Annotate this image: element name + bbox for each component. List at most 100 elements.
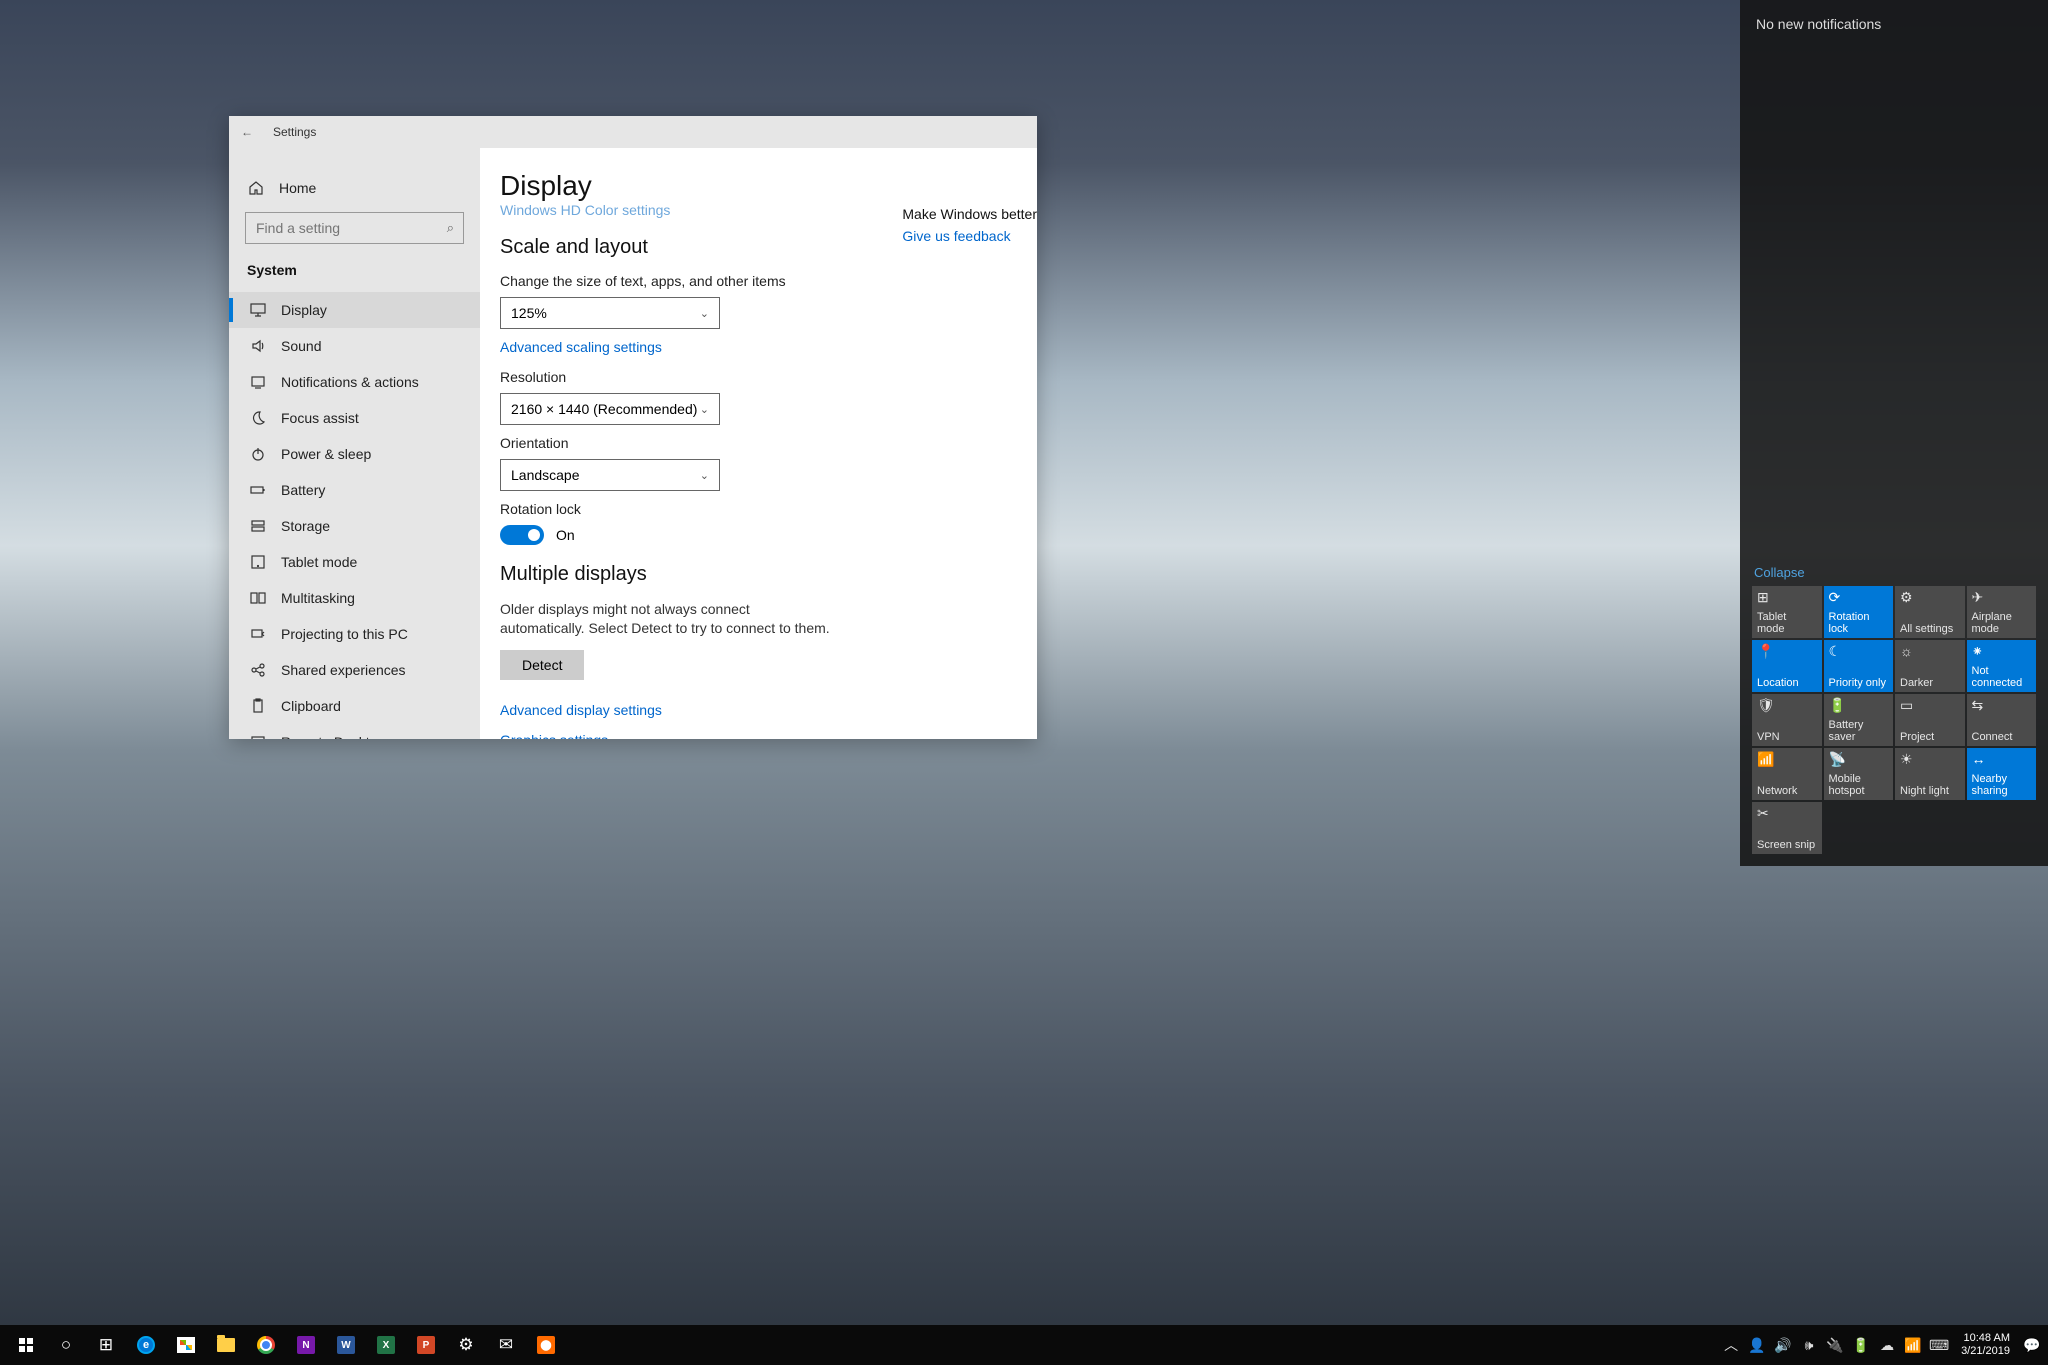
ac-tile-tablet-mode[interactable]: ⊞Tablet mode: [1752, 586, 1822, 638]
tile-label: Mobile hotspot: [1829, 773, 1889, 797]
ac-tile-screen-snip[interactable]: ✂Screen snip: [1752, 802, 1822, 854]
sidebar-item-clipboard[interactable]: Clipboard: [229, 688, 480, 724]
search-input[interactable]: [245, 212, 464, 244]
ac-tile-battery-saver[interactable]: 🔋Battery saver: [1824, 694, 1894, 746]
ac-tile-night-light[interactable]: ☀Night light: [1895, 748, 1965, 800]
ac-tile-connect[interactable]: ⇆Connect: [1967, 694, 2037, 746]
sidebar-item-focus-assist[interactable]: Focus assist: [229, 400, 480, 436]
sidebar-item-projecting-to-this-pc[interactable]: Projecting to this PC: [229, 616, 480, 652]
sidebar-item-shared-experiences[interactable]: Shared experiences: [229, 652, 480, 688]
tray-volume-icon[interactable]: 🔊: [1771, 1325, 1795, 1365]
sidebar-item-label: Notifications & actions: [281, 374, 419, 390]
rotation-lock-toggle[interactable]: [500, 525, 544, 545]
tile-icon: ⇆: [1972, 698, 2032, 713]
collapse-button[interactable]: Collapse: [1740, 565, 2048, 586]
taskbar: ○ ⊞ e N W X P ⚙ ✉ ⬤ ︿ 👤 🔊 🕪 🔌 🔋 ☁ 📶 ⌨ 10…: [0, 1325, 2048, 1365]
ac-tile-network[interactable]: 📶Network: [1752, 748, 1822, 800]
window-title: Settings: [273, 125, 316, 139]
sidebar-item-sound[interactable]: Sound: [229, 328, 480, 364]
tile-label: Airplane mode: [1972, 611, 2032, 635]
advanced-scaling-link[interactable]: Advanced scaling settings: [500, 339, 1017, 355]
text-size-combo[interactable]: 125% ⌄: [500, 297, 720, 329]
tray-battery-icon[interactable]: 🔋: [1849, 1325, 1873, 1365]
content-pane: Display Windows HD Color settings Scale …: [480, 148, 1037, 739]
sidebar-item-label: Battery: [281, 482, 325, 498]
ac-tile-not-connected[interactable]: ⁕Not connected: [1967, 640, 2037, 692]
ac-tile-mobile-hotspot[interactable]: 📡Mobile hotspot: [1824, 748, 1894, 800]
store-app[interactable]: [166, 1325, 206, 1365]
sidebar-item-label: Sound: [281, 338, 321, 354]
settings-app[interactable]: ⚙: [446, 1325, 486, 1365]
sidebar-item-multitasking[interactable]: Multitasking: [229, 580, 480, 616]
sidebar-group-label: System: [229, 254, 480, 292]
tile-label: VPN: [1757, 731, 1817, 743]
sidebar-item-label: Power & sleep: [281, 446, 371, 462]
clock-time: 10:48 AM: [1961, 1332, 2010, 1345]
tray-wifi-icon[interactable]: 📶: [1901, 1325, 1925, 1365]
tray-onedrive-icon[interactable]: ☁: [1875, 1325, 1899, 1365]
home-button[interactable]: Home: [229, 170, 480, 206]
sidebar-item-power-sleep[interactable]: Power & sleep: [229, 436, 480, 472]
sidebar-item-display[interactable]: Display: [229, 292, 480, 328]
resolution-combo[interactable]: 2160 × 1440 (Recommended) ⌄: [500, 393, 720, 425]
rotation-lock-label: Rotation lock: [500, 501, 1017, 517]
tile-icon: 🔋: [1829, 698, 1889, 713]
snagit-app[interactable]: ⬤: [526, 1325, 566, 1365]
sidebar-item-storage[interactable]: Storage: [229, 508, 480, 544]
tile-label: Tablet mode: [1757, 611, 1817, 635]
ac-tile-project[interactable]: ▭Project: [1895, 694, 1965, 746]
settings-window: ← Settings Home ⌕ System DisplaySoundNot…: [229, 116, 1037, 739]
sidebar-item-tablet-mode[interactable]: Tablet mode: [229, 544, 480, 580]
text-size-label: Change the size of text, apps, and other…: [500, 273, 1017, 289]
tile-label: Rotation lock: [1829, 611, 1889, 635]
feedback-link[interactable]: Give us feedback: [902, 228, 1037, 244]
battery-icon: [249, 482, 267, 498]
sidebar-item-label: Remote Desktop: [281, 734, 385, 739]
tray-chevron-icon[interactable]: ︿: [1719, 1325, 1743, 1365]
task-view-button[interactable]: ⊞: [86, 1325, 126, 1365]
tile-icon: ☾: [1829, 644, 1889, 659]
edge-app[interactable]: e: [126, 1325, 166, 1365]
sidebar-item-remote-desktop[interactable]: Remote Desktop: [229, 724, 480, 739]
sidebar-item-notifications-actions[interactable]: Notifications & actions: [229, 364, 480, 400]
sidebar-item-battery[interactable]: Battery: [229, 472, 480, 508]
cortana-button[interactable]: ○: [46, 1325, 86, 1365]
ac-tile-vpn[interactable]: 🛡VPN: [1752, 694, 1822, 746]
excel-app[interactable]: X: [366, 1325, 406, 1365]
section-multi-heading: Multiple displays: [500, 563, 1017, 586]
orientation-combo[interactable]: Landscape ⌄: [500, 459, 720, 491]
ac-tile-all-settings[interactable]: ⚙All settings: [1895, 586, 1965, 638]
text-size-value: 125%: [511, 305, 547, 321]
powerpoint-app[interactable]: P: [406, 1325, 446, 1365]
tray-keyboard-icon[interactable]: ⌨: [1927, 1325, 1951, 1365]
advanced-display-link[interactable]: Advanced display settings: [500, 702, 1017, 718]
action-center-button[interactable]: 💬: [2020, 1325, 2044, 1365]
multitask-icon: [249, 590, 267, 606]
tile-label: Darker: [1900, 677, 1960, 689]
chrome-app[interactable]: [246, 1325, 286, 1365]
ac-tile-nearby-sharing[interactable]: ↔Nearby sharing: [1967, 748, 2037, 800]
tray-power-icon[interactable]: 🔌: [1823, 1325, 1847, 1365]
ac-tile-rotation-lock[interactable]: ⟳ Rotation lock: [1824, 586, 1894, 638]
word-app[interactable]: W: [326, 1325, 366, 1365]
onenote-app[interactable]: N: [286, 1325, 326, 1365]
clock[interactable]: 10:48 AM 3/21/2019: [1953, 1332, 2018, 1357]
ac-tile-location[interactable]: 📍Location: [1752, 640, 1822, 692]
sound-icon: [249, 338, 267, 354]
tile-label: Location: [1757, 677, 1817, 689]
mail-app[interactable]: ✉: [486, 1325, 526, 1365]
sidebar-item-label: Clipboard: [281, 698, 341, 714]
ac-tile-priority-only[interactable]: ☾Priority only: [1824, 640, 1894, 692]
tray-people-icon[interactable]: 👤: [1745, 1325, 1769, 1365]
ac-tile-airplane-mode[interactable]: ✈Airplane mode: [1967, 586, 2037, 638]
start-button[interactable]: [6, 1325, 46, 1365]
clock-date: 3/21/2019: [1961, 1345, 2010, 1358]
explorer-app[interactable]: [206, 1325, 246, 1365]
orientation-value: Landscape: [511, 467, 580, 483]
tile-icon: ⟳: [1829, 590, 1889, 605]
detect-button[interactable]: Detect: [500, 650, 584, 680]
graphics-settings-link[interactable]: Graphics settings: [500, 732, 1017, 739]
back-button[interactable]: ←: [241, 125, 257, 139]
ac-tile-darker[interactable]: ☼Darker: [1895, 640, 1965, 692]
tray-bluetooth-icon[interactable]: 🕪: [1797, 1325, 1821, 1365]
